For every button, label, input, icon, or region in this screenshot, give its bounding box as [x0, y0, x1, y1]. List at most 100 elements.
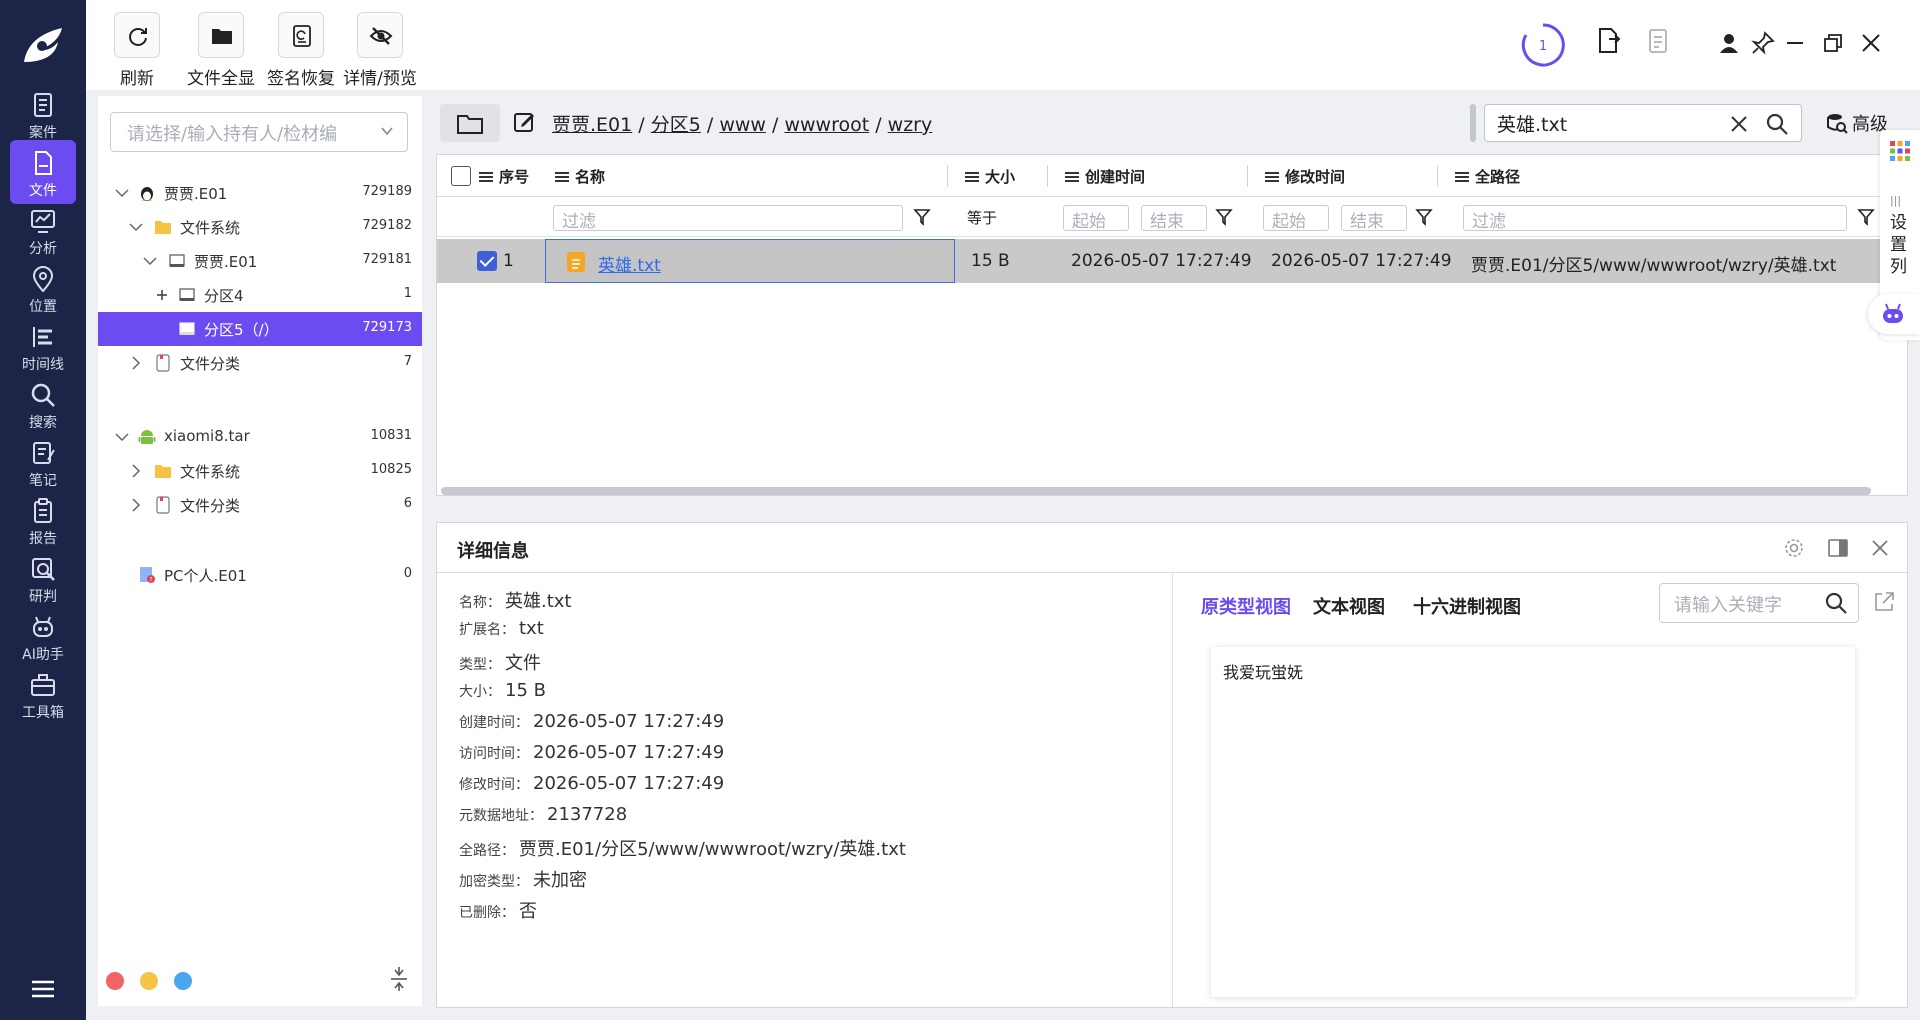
user-icon[interactable] [1716, 30, 1742, 56]
select-all-checkbox[interactable] [451, 166, 471, 186]
created-start-input[interactable]: 起始 [1063, 205, 1129, 232]
advanced-search-button[interactable]: 高级 [1826, 110, 1888, 136]
created-end-input[interactable]: 结束 [1141, 205, 1207, 232]
ai-assistant-float-button[interactable] [1868, 294, 1920, 334]
col-header-size[interactable]: 大小 [965, 166, 1015, 187]
file-search-input[interactable]: 英雄.txt [1484, 104, 1802, 142]
apps-grid-icon[interactable] [1889, 140, 1911, 162]
refresh-button[interactable]: 刷新 [114, 12, 160, 89]
yellow-dot[interactable] [140, 972, 158, 990]
modified-start-input[interactable]: 起始 [1263, 205, 1329, 232]
filter-icon[interactable] [1415, 208, 1433, 226]
minimize-icon[interactable] [1784, 32, 1806, 54]
edit-path-icon[interactable] [512, 110, 536, 134]
chevron-down-icon[interactable] [128, 219, 144, 235]
clear-icon[interactable] [1729, 114, 1749, 134]
split-view-icon[interactable] [1827, 537, 1849, 559]
col-header-modified[interactable]: 修改时间 [1265, 166, 1345, 187]
close-icon[interactable] [1860, 32, 1882, 54]
search-icon[interactable] [1824, 591, 1848, 615]
breadcrumb-segment[interactable]: wwwroot [784, 114, 869, 136]
tree-node-pc-personal[interactable]: ? PC个人.E01 0 [98, 558, 422, 592]
tab-native-view[interactable]: 原类型视图 [1201, 593, 1291, 619]
red-dot[interactable] [106, 972, 124, 990]
splitter-handle[interactable] [1470, 104, 1476, 142]
blue-dot[interactable] [174, 972, 192, 990]
nav-item-toolbox[interactable]: 工具箱 [10, 662, 76, 726]
holder-select-input[interactable]: 请选择/输入持有人/检材编 [110, 112, 408, 152]
col-divider[interactable] [947, 165, 948, 187]
tree-node-partition5[interactable]: 分区5（/） 729173 [98, 312, 422, 346]
tree-node-jiajia-e01[interactable]: 贾贾.E01 729189 [98, 176, 422, 210]
filter-icon[interactable] [913, 208, 931, 226]
breadcrumb-segment[interactable]: 分区5 [651, 114, 701, 136]
nav-item-notes[interactable]: 笔记 [10, 430, 76, 494]
column-settings-tab[interactable]: ||| 设置列 [1890, 190, 1910, 278]
modified-end-input[interactable]: 结束 [1341, 205, 1407, 232]
detail-preview-button[interactable]: 详情/预览 [340, 12, 420, 89]
row-name-cell[interactable]: 英雄.txt [545, 239, 955, 283]
col-header-created[interactable]: 创建时间 [1065, 166, 1145, 187]
row-name-link[interactable]: 英雄.txt [598, 251, 661, 276]
nav-item-ai-assistant[interactable]: AI助手 [10, 604, 76, 668]
breadcrumb-segment[interactable]: 贾贾.E01 [552, 114, 632, 136]
nav-item-analysis[interactable]: 分析 [10, 198, 76, 262]
tree-node-disk-e01[interactable]: 贾贾.E01 729181 [98, 244, 422, 278]
folder-nav-button[interactable] [440, 104, 500, 142]
chevron-right-icon[interactable] [128, 355, 144, 371]
filter-icon[interactable] [1857, 208, 1875, 226]
chevron-right-icon[interactable] [128, 463, 144, 479]
col-divider[interactable] [1437, 165, 1438, 187]
chevron-down-icon[interactable] [114, 429, 130, 445]
horizontal-scrollbar[interactable] [441, 487, 1871, 495]
export-file-icon[interactable] [1594, 26, 1624, 56]
tree-node-filesystem[interactable]: 文件系统 10825 [98, 454, 422, 488]
nav-item-case[interactable]: 案件 [10, 82, 76, 146]
tree-node-partition4[interactable]: 分区4 1 [98, 278, 422, 312]
col-header-index[interactable]: 序号 [479, 166, 529, 187]
chevron-right-icon[interactable] [128, 497, 144, 513]
collapse-all-icon[interactable] [388, 966, 410, 992]
signature-restore-button[interactable]: 签名恢复 [264, 12, 338, 89]
row-checkbox[interactable] [477, 251, 497, 271]
nav-label-location: 位置 [29, 299, 57, 315]
nav-item-report[interactable]: 报告 [10, 488, 76, 552]
nav-item-file[interactable]: 文件 [10, 140, 76, 204]
chevron-down-icon[interactable] [142, 253, 158, 269]
tree-node-file-category[interactable]: 文件分类 7 [98, 346, 422, 380]
nav-item-location[interactable]: 位置 [10, 256, 76, 320]
tree-node-file-category[interactable]: 文件分类 6 [98, 488, 422, 522]
nav-item-search[interactable]: 搜索 [10, 372, 76, 436]
keyword-search-input[interactable]: 请输入关键字 [1659, 583, 1859, 623]
col-header-name[interactable]: 名称 [555, 166, 605, 187]
expand-plus-icon[interactable] [154, 287, 170, 303]
table-row[interactable]: 1 英雄.txt 15 B 2026-05-07 17:27:49 2026-0… [437, 239, 1885, 283]
pin-icon[interactable] [1750, 30, 1776, 56]
close-icon[interactable] [1869, 537, 1891, 559]
col-divider[interactable] [1247, 165, 1248, 187]
col-header-fullpath[interactable]: 全路径 [1455, 166, 1520, 187]
search-icon[interactable] [1765, 112, 1789, 136]
nav-item-timeline[interactable]: 时间线 [10, 314, 76, 378]
tab-text-view[interactable]: 文本视图 [1313, 593, 1385, 619]
tree-node-xiaomi8[interactable]: xiaomi8.tar 10831 [98, 420, 422, 454]
tab-hex-view[interactable]: 十六进制视图 [1413, 593, 1521, 619]
tree-node-filesystem[interactable]: 文件系统 729182 [98, 210, 422, 244]
detail-preview-label: 详情/预览 [343, 69, 417, 89]
chevron-down-icon[interactable] [114, 185, 130, 201]
filter-icon[interactable] [1215, 208, 1233, 226]
task-progress-icon[interactable]: 1 [1520, 22, 1566, 68]
name-filter-input[interactable]: 过滤 [553, 205, 903, 232]
hamburger-menu-icon[interactable] [30, 978, 56, 1000]
gear-icon[interactable] [1783, 537, 1805, 559]
report-disabled-icon[interactable] [1644, 26, 1674, 56]
col-divider[interactable] [1047, 165, 1048, 187]
restore-icon[interactable] [1822, 32, 1844, 54]
show-all-files-button[interactable]: 文件全显 [184, 12, 258, 89]
size-filter-mode[interactable]: 等于 [967, 207, 997, 228]
breadcrumb-segment[interactable]: wzry [888, 114, 933, 136]
breadcrumb-segment[interactable]: www [719, 114, 766, 136]
nav-item-judge[interactable]: 研判 [10, 546, 76, 610]
path-filter-input[interactable]: 过滤 [1463, 205, 1847, 232]
open-external-icon[interactable] [1873, 591, 1895, 613]
